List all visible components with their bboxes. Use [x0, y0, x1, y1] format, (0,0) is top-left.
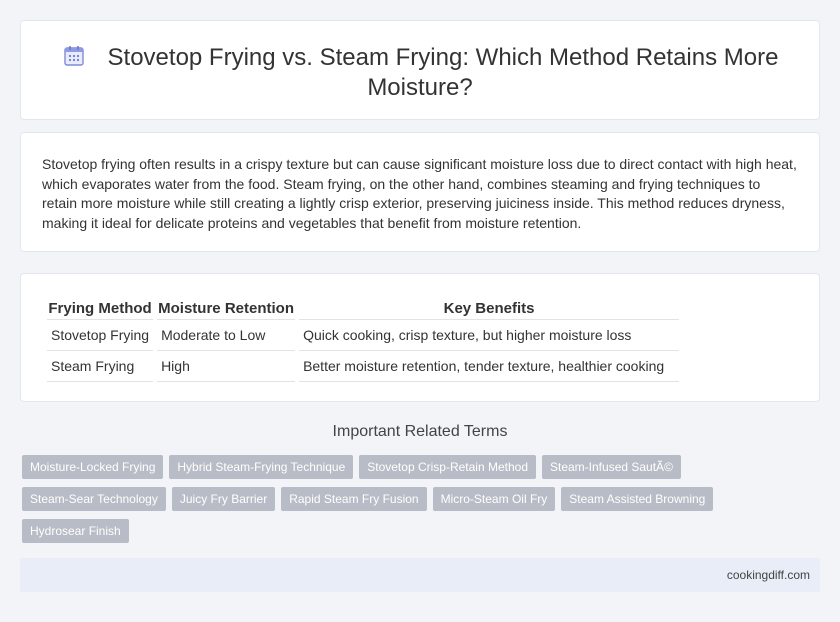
intro-paragraph: Stovetop frying often results in a crisp…	[42, 156, 797, 231]
page-title-row: Stovetop Frying vs. Steam Frying: Which …	[21, 43, 819, 103]
table-row: Stovetop Frying Moderate to Low Quick co…	[47, 320, 680, 351]
related-term-tag[interactable]: Micro-Steam Oil Fry	[432, 487, 556, 511]
related-term-tag[interactable]: Stovetop Crisp-Retain Method	[359, 455, 536, 479]
related-term-tag[interactable]: Steam-Sear Technology	[22, 487, 166, 511]
comparison-card: Frying Method Moisture Retention Key Ben…	[20, 273, 820, 402]
calendar-icon	[63, 46, 84, 66]
table-cell: Better moisture retention, tender textur…	[299, 351, 680, 382]
footer-bar: cookingdiff.com	[20, 558, 820, 592]
table-cell: Moderate to Low	[157, 320, 296, 351]
intro-card: Stovetop frying often results in a crisp…	[20, 132, 820, 252]
page-title: Stovetop Frying vs. Steam Frying: Which …	[107, 44, 779, 101]
table-header-row: Frying Method Moisture Retention Key Ben…	[47, 296, 680, 320]
related-terms-list: Moisture-Locked Frying Hybrid Steam-Fryi…	[22, 455, 722, 551]
related-term-tag[interactable]: Steam-Infused SautÃ©	[542, 455, 681, 479]
column-header: Key Benefits	[299, 296, 680, 320]
related-term-tag[interactable]: Juicy Fry Barrier	[171, 487, 276, 511]
column-header: Moisture Retention	[157, 296, 296, 320]
table-cell: Steam Frying	[47, 351, 154, 382]
related-terms-heading: Important Related Terms	[332, 423, 508, 440]
column-header: Frying Method	[47, 296, 154, 320]
related-term-tag[interactable]: Rapid Steam Fry Fusion	[281, 487, 427, 511]
table-cell: Quick cooking, crisp texture, but higher…	[299, 320, 680, 351]
comparison-table: Frying Method Moisture Retention Key Ben…	[43, 296, 683, 382]
table-cell: Stovetop Frying	[47, 320, 154, 351]
table-cell: High	[157, 351, 296, 382]
related-term-tag[interactable]: Hybrid Steam-Frying Technique	[169, 455, 354, 479]
related-term-tag[interactable]: Steam Assisted Browning	[561, 487, 714, 511]
footer-site-link[interactable]: cookingdiff.com	[727, 568, 810, 582]
related-term-tag[interactable]: Moisture-Locked Frying	[22, 455, 164, 479]
table-row: Steam Frying High Better moisture retent…	[47, 351, 680, 382]
related-term-tag[interactable]: Hydrosear Finish	[22, 519, 129, 543]
title-card: Stovetop Frying vs. Steam Frying: Which …	[20, 20, 820, 120]
